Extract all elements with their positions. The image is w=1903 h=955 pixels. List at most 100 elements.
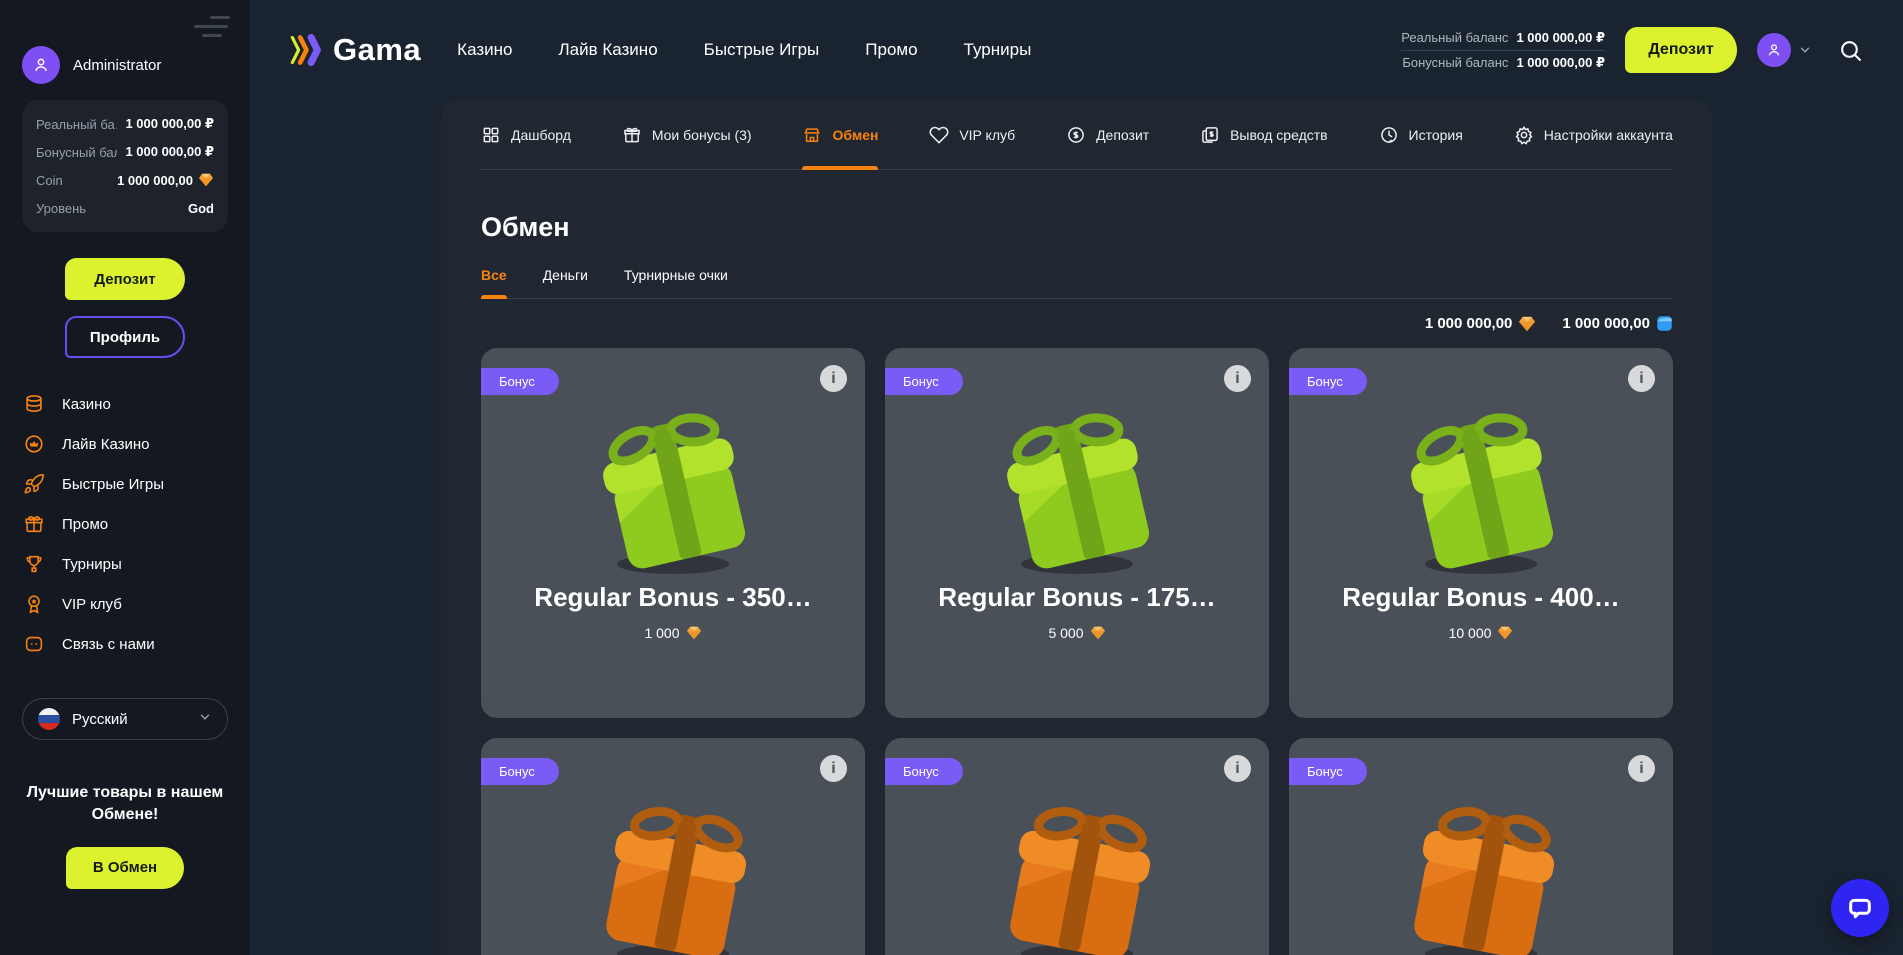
sidebar-item-label: VIP клуб xyxy=(62,596,122,613)
price-value: 1 000 xyxy=(644,625,679,641)
tab-deposit[interactable]: Депозит xyxy=(1066,100,1149,169)
sidebar-item-label: Быстрые Игры xyxy=(62,476,164,493)
balance-label: Уровень xyxy=(36,201,86,216)
exchange-content: Обмен Все Деньги Турнирные очки 1 000 00… xyxy=(441,212,1713,955)
search-icon[interactable] xyxy=(1838,38,1863,63)
balance-value: 1 000 000,00 ₽ xyxy=(125,116,214,132)
withdraw-icon xyxy=(1200,125,1220,145)
bonus-card[interactable]: Бонус i xyxy=(1289,738,1673,955)
deposit-button[interactable]: Депозит xyxy=(65,258,185,300)
sidebar-item-vip-club[interactable]: VIP клуб xyxy=(22,588,228,620)
info-icon[interactable]: i xyxy=(820,755,847,782)
account-menu[interactable] xyxy=(1757,33,1812,67)
tab-dashboard[interactable]: Дашборд xyxy=(481,100,571,169)
russia-flag-icon xyxy=(38,708,60,730)
filter-all[interactable]: Все xyxy=(481,267,507,298)
to-exchange-button[interactable]: В Обмен xyxy=(66,847,184,889)
tab-account-settings[interactable]: Настройки аккаунта xyxy=(1514,100,1673,169)
nav-item-promo[interactable]: Промо xyxy=(865,40,917,60)
page-title: Обмен xyxy=(481,212,1673,243)
bonus-card[interactable]: Бонус i xyxy=(885,348,1269,718)
balance-row-coin: Coin 1 000 000,00 xyxy=(36,166,214,194)
chevron-down-icon xyxy=(1798,43,1812,57)
bonus-title: Regular Bonus - 350… xyxy=(481,582,865,613)
bonus-badge: Бонус xyxy=(885,368,963,395)
nav-item-live-casino[interactable]: Лайв Казино xyxy=(558,40,657,60)
bonus-title: Regular Bonus - 175… xyxy=(885,582,1269,613)
balance-card: Реальный ба… 1 000 000,00 ₽ Бонусный бал… xyxy=(22,100,228,232)
nav-item-tournaments[interactable]: Турниры xyxy=(964,40,1032,60)
sidebar-item-live-casino[interactable]: Лайв Казино xyxy=(22,428,228,460)
user-icon xyxy=(1765,41,1783,59)
chat-widget-button[interactable] xyxy=(1831,879,1889,937)
bonus-badge: Бонус xyxy=(1289,758,1367,785)
header-deposit-button[interactable]: Депозит xyxy=(1625,27,1737,73)
gem-blue-icon xyxy=(1656,315,1673,332)
sidebar-item-label: Связь с нами xyxy=(62,636,155,653)
gift-box-orange-image xyxy=(573,780,773,955)
price-value: 10 000 xyxy=(1449,625,1492,641)
info-icon[interactable]: i xyxy=(1224,755,1251,782)
sidebar-item-label: Турниры xyxy=(62,556,122,573)
info-icon[interactable]: i xyxy=(820,365,847,392)
balance-row-level: Уровень God xyxy=(36,194,214,222)
exchange-balances: 1 000 000,00 1 000 000,00 xyxy=(481,315,1673,332)
sidebar-item-label: Казино xyxy=(62,396,111,413)
bonus-price: 1 000 xyxy=(481,625,865,641)
nav-item-casino[interactable]: Казино xyxy=(457,40,512,60)
tab-vip-club[interactable]: VIP клуб xyxy=(929,100,1015,169)
coins-icon xyxy=(22,392,46,416)
filter-tournament-points[interactable]: Турнирные очки xyxy=(624,267,728,298)
menu-toggle-icon[interactable] xyxy=(194,16,230,37)
sidebar-item-contact[interactable]: Связь с нами xyxy=(22,628,228,660)
live-casino-icon xyxy=(22,432,46,456)
main-area: Gama Казино Лайв Казино Быстрые Игры Про… xyxy=(250,0,1903,955)
tab-label: VIP клуб xyxy=(959,127,1015,143)
brand-name: Gama xyxy=(333,32,421,68)
gift-box-green-image xyxy=(1381,390,1581,580)
sidebar-profile[interactable]: Administrator xyxy=(22,46,228,84)
balance-value: God xyxy=(188,201,214,216)
tab-withdraw[interactable]: Вывод средств xyxy=(1200,100,1328,169)
bonus-badge: Бонус xyxy=(481,368,559,395)
bonus-card[interactable]: Бонус i xyxy=(885,738,1269,955)
bonus-badge: Бонус xyxy=(481,758,559,785)
sidebar-item-fast-games[interactable]: Быстрые Игры xyxy=(22,468,228,500)
app: Administrator Реальный ба… 1 000 000,00 … xyxy=(0,0,1903,955)
bonus-card[interactable]: Бонус i xyxy=(481,738,865,955)
nav-item-fast-games[interactable]: Быстрые Игры xyxy=(704,40,820,60)
header-bonus-balance: Бонусный баланс 1 000 000,00 ₽ xyxy=(1401,51,1605,75)
bonus-card[interactable]: Бонус i xyxy=(1289,348,1673,718)
tab-label: Дашборд xyxy=(511,127,571,143)
tab-history[interactable]: История xyxy=(1379,100,1463,169)
brand-logo[interactable]: Gama xyxy=(290,32,421,68)
sidebar-item-promo[interactable]: Промо xyxy=(22,508,228,540)
history-icon xyxy=(1379,125,1399,145)
shop-icon xyxy=(802,125,822,145)
balance-label: Coin xyxy=(36,173,63,188)
sidebar-item-tournaments[interactable]: Турниры xyxy=(22,548,228,580)
bonus-badge: Бонус xyxy=(1289,368,1367,395)
chat-icon xyxy=(22,632,46,656)
info-icon[interactable]: i xyxy=(1628,755,1655,782)
header-balances: Реальный баланс 1 000 000,00 ₽ Бонусный … xyxy=(1401,26,1605,75)
language-selector[interactable]: Русский xyxy=(22,698,228,740)
logo-chevrons-icon xyxy=(290,32,326,68)
profile-button[interactable]: Профиль xyxy=(65,316,185,358)
account-panel: Дашборд Мои бонусы (3) Обмен VIP клуб Де… xyxy=(441,100,1713,955)
sidebar-item-casino[interactable]: Казино xyxy=(22,388,228,420)
sidebar-menu: Казино Лайв Казино Быстрые Игры Промо Ту… xyxy=(22,388,228,660)
info-icon[interactable]: i xyxy=(1628,365,1655,392)
gear-icon xyxy=(1514,125,1534,145)
info-icon[interactable]: i xyxy=(1224,365,1251,392)
header-real-balance: Реальный баланс 1 000 000,00 ₽ xyxy=(1401,26,1605,51)
tab-exchange[interactable]: Обмен xyxy=(802,100,878,169)
bonus-card-grid: Бонус i xyxy=(481,348,1673,955)
bonus-card[interactable]: Бонус i xyxy=(481,348,865,718)
filter-money[interactable]: Деньги xyxy=(543,267,588,298)
gift-box-orange-image xyxy=(977,780,1177,955)
sidebar-promo-text: Лучшие товары в нашем Обмене! xyxy=(22,782,228,827)
points-balance-value: 1 000 000,00 xyxy=(1562,315,1650,332)
gem-orange-icon xyxy=(1090,626,1106,640)
tab-my-bonuses[interactable]: Мои бонусы (3) xyxy=(622,100,752,169)
